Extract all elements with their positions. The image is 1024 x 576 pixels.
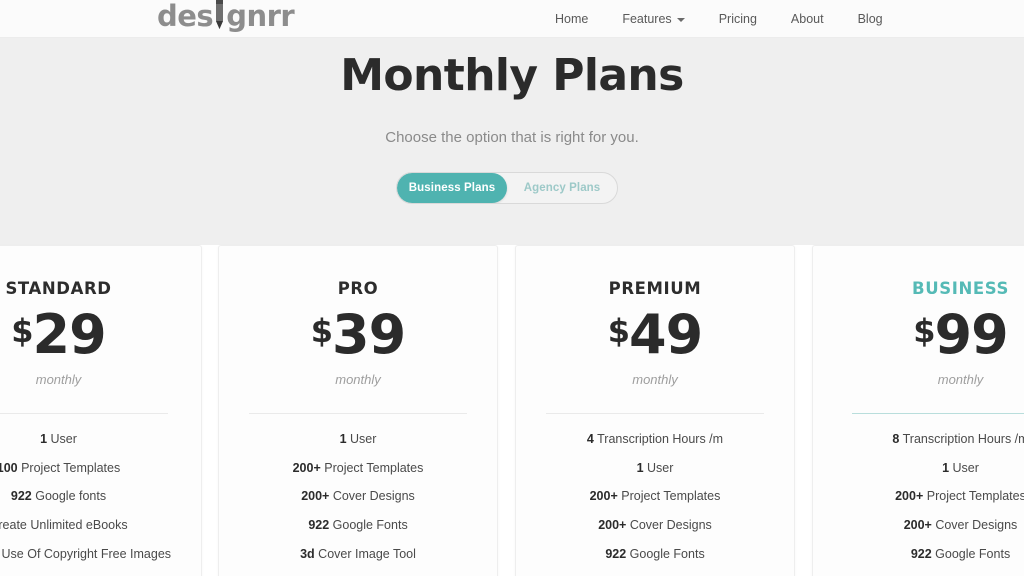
feature-item: 200+ Cover Designs	[903, 517, 1018, 532]
plan-price-premium: $49	[516, 308, 794, 362]
toggle-option-business-plans[interactable]: Business Plans	[397, 173, 507, 203]
plan-name-standard: STANDARD	[5, 279, 112, 298]
pricing-card-premium[interactable]: PREMIUM $49 monthly 4 Transcription Hour…	[515, 245, 795, 576]
toggle-option-agency-plans[interactable]: Agency Plans	[507, 173, 617, 203]
nav-item-blog[interactable]: Blog	[841, 12, 900, 26]
feature-list-pro: 1 User 200+ Project Templates 200+ Cover D…	[219, 432, 497, 576]
feature-value: 922	[10, 489, 32, 504]
feature-item: Create Unlimited eBooks	[0, 517, 128, 532]
plan-name-premium: PREMIUM	[608, 279, 702, 298]
feature-value: 200+	[301, 489, 330, 504]
main-navigation: Home Features Pricing About Blog	[538, 0, 900, 38]
feature-value: 4	[586, 432, 594, 446]
currency-symbol: $	[310, 312, 333, 350]
feature-value: 1	[40, 432, 48, 446]
feature-value: 200+	[598, 517, 627, 532]
card-divider	[249, 413, 467, 414]
feature-value: 200+	[895, 489, 924, 504]
feature-item: 200+ Project Templates	[895, 489, 1024, 504]
page-title: Monthly Plans	[340, 50, 684, 101]
card-divider	[546, 413, 764, 414]
feature-value: 922	[605, 546, 627, 561]
plan-price-business: $99	[813, 308, 1024, 362]
nav-label-features: Features	[622, 12, 672, 26]
feature-value: 200+	[292, 460, 321, 475]
nav-item-features[interactable]: Features	[605, 12, 701, 26]
currency-symbol: $	[913, 312, 935, 350]
feature-item: 1 User	[942, 460, 979, 475]
plan-name-pro: PRO	[337, 279, 379, 298]
feature-value: 922	[308, 517, 330, 532]
feature-item: 1 User	[40, 432, 77, 446]
chevron-down-icon	[676, 18, 685, 22]
page-subtitle: Choose the option that is right for you.	[385, 129, 639, 146]
plan-period-premium: monthly	[632, 372, 678, 387]
feature-value: 200+	[903, 517, 932, 532]
pricing-page: des gnrr Home Features Pricing About Blog…	[0, 0, 1024, 576]
price-amount: 39	[332, 303, 406, 366]
feature-list-standard: 1 User 100 Project Templates 922 Google fo…	[0, 432, 201, 576]
plan-period-pro: monthly	[335, 372, 381, 387]
plan-price-pro: $39	[219, 308, 497, 362]
price-amount: 29	[32, 303, 107, 366]
feature-item: 4 Transcription Hours /m	[586, 432, 724, 446]
billing-plan-toggle[interactable]: Business Plans Agency Plans	[396, 172, 618, 204]
nav-item-about[interactable]: About	[774, 12, 841, 26]
feature-item: 200+ Cover Designs	[598, 517, 712, 532]
feature-value: 1	[942, 460, 950, 475]
site-header: des gnrr Home Features Pricing About Blog	[0, 0, 1024, 38]
currency-symbol: $	[607, 312, 630, 350]
designrr-logo[interactable]: des gnrr	[157, 0, 295, 33]
plan-period-business: monthly	[937, 372, 984, 387]
feature-item: 922 Google Fonts	[910, 546, 1011, 561]
plan-period-standard: monthly	[35, 372, 82, 387]
feature-value: 1	[636, 460, 644, 475]
nav-item-pricing[interactable]: Pricing	[702, 12, 774, 26]
card-divider	[0, 413, 168, 414]
pricing-card-business[interactable]: BUSINESS $99 monthly 8 Transcription Hou…	[812, 245, 1024, 576]
plan-name-business: BUSINESS	[912, 279, 1009, 298]
pricing-cards: STANDARD $29 monthly 1 User 100 Project T…	[0, 245, 1024, 576]
feature-item: 922 Google fonts	[10, 489, 107, 504]
feature-item: 1 User	[339, 432, 377, 446]
feature-item: 200+ Project Templates	[589, 489, 721, 504]
feature-item: 200+ Project Templates	[292, 460, 424, 475]
logo-text-before: des	[157, 0, 214, 33]
feature-value: 3d	[300, 546, 315, 561]
pricing-card-pro[interactable]: PRO $39 monthly 1 User 200+ Project Templ…	[218, 245, 498, 576]
price-amount: 49	[629, 303, 703, 366]
feature-value: 200+	[589, 489, 618, 504]
feature-list-premium: 4 Transcription Hours /m 1 User 200+ Proje…	[516, 432, 794, 576]
pricing-card-standard[interactable]: STANDARD $29 monthly 1 User 100 Project T…	[0, 245, 202, 576]
plan-price-standard: $29	[0, 308, 201, 362]
feature-item: Unlimited Use Of Copyright Free Images	[0, 546, 172, 561]
feature-item: 1 User	[636, 460, 674, 475]
feature-item: 922 Google Fonts	[308, 517, 408, 532]
feature-item: 100 Project Templates	[0, 461, 191, 477]
nav-label-home: Home	[555, 12, 589, 26]
nav-label-about: About	[790, 12, 824, 26]
logo-text-after: gnrr	[226, 0, 295, 33]
nav-item-home[interactable]: Home	[538, 12, 605, 26]
feature-item: 3d Cover Image Tool	[300, 546, 416, 561]
hero-section: Monthly Plans Choose the option that is …	[0, 38, 1024, 245]
feature-item: 200+ Cover Designs	[301, 489, 415, 504]
card-divider	[851, 413, 1024, 414]
nav-label-blog: Blog	[857, 12, 883, 26]
pencil-icon	[212, 0, 227, 33]
feature-item: 922 Google Fonts	[605, 546, 705, 561]
currency-symbol: $	[11, 312, 33, 350]
feature-value: 100	[0, 460, 18, 475]
feature-value: 922	[910, 546, 932, 561]
feature-list-business: 8 Transcription Hours /m 1 User 200+ Proje…	[813, 432, 1024, 576]
nav-label-pricing: Pricing	[718, 12, 757, 26]
price-amount: 99	[934, 303, 1009, 366]
feature-value: 8	[892, 432, 900, 446]
feature-value: 1	[339, 432, 347, 446]
feature-item: 8 Transcription Hours /m	[892, 432, 1024, 446]
